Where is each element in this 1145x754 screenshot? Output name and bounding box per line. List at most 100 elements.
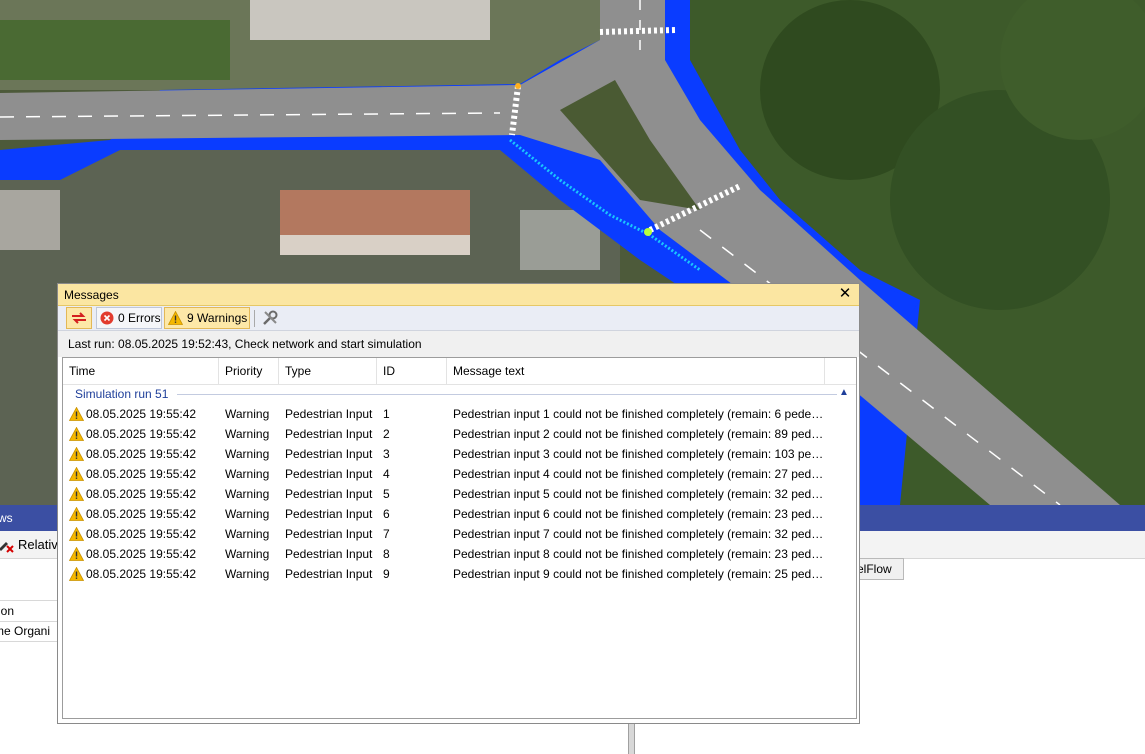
time-value: 08.05.2025 19:55:42: [86, 507, 197, 521]
table-row[interactable]: 08.05.2025 19:55:42 Warning Pedestrian Inp…: [63, 404, 856, 424]
background-row-text: me Organi: [0, 624, 51, 638]
group-header-row[interactable]: Simulation run 51 ▲: [63, 384, 856, 404]
time-cell: 08.05.2025 19:55:42: [69, 485, 219, 503]
time-cell: 08.05.2025 19:55:42: [69, 525, 219, 543]
id-cell: 6: [383, 507, 390, 521]
message-text-cell: Pedestrian input 3 could not be finished…: [453, 447, 825, 461]
time-value: 08.05.2025 19:55:42: [86, 567, 197, 581]
priority-cell: Warning: [225, 547, 270, 561]
warning-triangle-icon: [69, 447, 84, 461]
background-list-row[interactable]: ion: [0, 600, 60, 622]
id-cell: 3: [383, 447, 390, 461]
warning-triangle-icon: [168, 311, 183, 325]
background-list-row[interactable]: me Organi: [0, 621, 60, 642]
relative-toggle-label: Relativ: [18, 537, 58, 552]
warning-triangle-icon: [69, 427, 84, 441]
messages-title: Messages: [64, 288, 119, 302]
table-row[interactable]: 08.05.2025 19:55:42 Warning Pedestrian Inp…: [63, 504, 856, 524]
error-circle-icon: [100, 311, 114, 325]
toolbar-separator: [254, 310, 255, 327]
table-header: Time Priority Type ID Message text: [63, 358, 856, 385]
id-cell: 2: [383, 427, 390, 441]
time-cell: 08.05.2025 19:55:42: [69, 405, 219, 423]
column-header-id[interactable]: ID: [377, 358, 447, 384]
table-row[interactable]: 08.05.2025 19:55:42 Warning Pedestrian Inp…: [63, 424, 856, 444]
id-cell: 7: [383, 527, 390, 541]
type-cell: Pedestrian Input: [285, 487, 373, 501]
messages-table: Time Priority Type ID Message text Simul…: [62, 357, 857, 719]
time-value: 08.05.2025 19:55:42: [86, 467, 197, 481]
time-cell: 08.05.2025 19:55:42: [69, 465, 219, 483]
chevron-up-icon[interactable]: ▲: [839, 387, 849, 398]
level-flow-label: elFlow: [857, 562, 892, 576]
id-cell: 9: [383, 567, 390, 581]
warning-triangle-icon: [69, 547, 84, 561]
errors-count-label: 0 Errors: [118, 311, 161, 325]
column-header-priority[interactable]: Priority: [219, 358, 279, 384]
relative-delete-icon: [0, 541, 14, 553]
table-row[interactable]: 08.05.2025 19:55:42 Warning Pedestrian Inp…: [63, 444, 856, 464]
time-value: 08.05.2025 19:55:42: [86, 547, 197, 561]
refresh-button[interactable]: [66, 307, 92, 329]
background-window-title: ws: [0, 511, 13, 525]
last-run-bar: Last run: 08.05.2025 19:52:43, Check net…: [58, 331, 859, 357]
priority-cell: Warning: [225, 427, 270, 441]
close-icon[interactable]: ✕: [837, 286, 853, 302]
warnings-count-label: 9 Warnings: [187, 311, 248, 325]
warning-triangle-icon: [69, 487, 84, 501]
time-cell: 08.05.2025 19:55:42: [69, 565, 219, 583]
message-text-cell: Pedestrian input 7 could not be finished…: [453, 527, 825, 541]
type-cell: Pedestrian Input: [285, 547, 373, 561]
priority-cell: Warning: [225, 467, 270, 481]
column-header-type[interactable]: Type: [279, 358, 377, 384]
errors-filter-button[interactable]: 0 Errors: [96, 307, 162, 329]
priority-cell: Warning: [225, 567, 270, 581]
type-cell: Pedestrian Input: [285, 467, 373, 481]
wrench-icon: [263, 310, 278, 325]
priority-cell: Warning: [225, 407, 270, 421]
time-cell: 08.05.2025 19:55:42: [69, 445, 219, 463]
message-text-cell: Pedestrian input 1 could not be finished…: [453, 407, 825, 421]
panel-splitter[interactable]: [628, 722, 635, 754]
messages-titlebar[interactable]: Messages ✕: [58, 284, 859, 306]
type-cell: Pedestrian Input: [285, 527, 373, 541]
id-cell: 5: [383, 487, 390, 501]
type-cell: Pedestrian Input: [285, 407, 373, 421]
warning-triangle-icon: [69, 507, 84, 521]
time-cell: 08.05.2025 19:55:42: [69, 425, 219, 443]
messages-toolbar: 0 Errors 9 Warnings: [58, 306, 859, 331]
id-cell: 8: [383, 547, 390, 561]
time-value: 08.05.2025 19:55:42: [86, 527, 197, 541]
type-cell: Pedestrian Input: [285, 427, 373, 441]
table-row[interactable]: 08.05.2025 19:55:42 Warning Pedestrian Inp…: [63, 464, 856, 484]
priority-cell: Warning: [225, 507, 270, 521]
type-cell: Pedestrian Input: [285, 567, 373, 581]
message-text-cell: Pedestrian input 2 could not be finished…: [453, 427, 825, 441]
time-value: 08.05.2025 19:55:42: [86, 407, 197, 421]
messages-window: Messages ✕ 0 Errors 9 Warnings Last run:…: [57, 283, 860, 724]
refresh-arrows-icon: [72, 312, 86, 324]
time-value: 08.05.2025 19:55:42: [86, 427, 197, 441]
type-cell: Pedestrian Input: [285, 507, 373, 521]
warnings-filter-button[interactable]: 9 Warnings: [164, 307, 250, 329]
priority-cell: Warning: [225, 487, 270, 501]
column-header-message-text[interactable]: Message text: [447, 358, 825, 384]
message-text-cell: Pedestrian input 5 could not be finished…: [453, 487, 825, 501]
priority-cell: Warning: [225, 527, 270, 541]
column-header-time[interactable]: Time: [63, 358, 219, 384]
warning-triangle-icon: [69, 407, 84, 421]
id-cell: 4: [383, 467, 390, 481]
relative-toggle-button[interactable]: Relativ: [0, 531, 58, 558]
table-row[interactable]: 08.05.2025 19:55:42 Warning Pedestrian Inp…: [63, 544, 856, 564]
message-text-cell: Pedestrian input 6 could not be finished…: [453, 507, 825, 521]
message-text-cell: Pedestrian input 4 could not be finished…: [453, 467, 825, 481]
time-value: 08.05.2025 19:55:42: [86, 447, 197, 461]
table-row[interactable]: 08.05.2025 19:55:42 Warning Pedestrian Inp…: [63, 564, 856, 584]
type-cell: Pedestrian Input: [285, 447, 373, 461]
message-text-cell: Pedestrian input 8 could not be finished…: [453, 547, 825, 561]
table-row[interactable]: 08.05.2025 19:55:42 Warning Pedestrian Inp…: [63, 484, 856, 504]
settings-tools-button[interactable]: [259, 307, 281, 329]
table-row[interactable]: 08.05.2025 19:55:42 Warning Pedestrian Inp…: [63, 524, 856, 544]
time-value: 08.05.2025 19:55:42: [86, 487, 197, 501]
background-row-text: ion: [0, 604, 15, 618]
